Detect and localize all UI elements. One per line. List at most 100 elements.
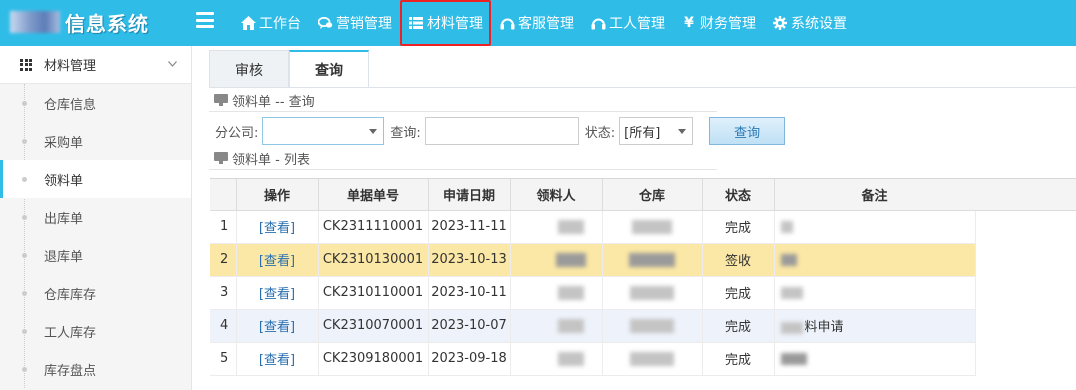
requester-redacted bbox=[510, 210, 603, 244]
company-select[interactable] bbox=[262, 117, 385, 145]
status-select-value: [所有] bbox=[624, 125, 661, 141]
nav-item-customer-service[interactable]: 客服管理 bbox=[491, 0, 582, 46]
caret-down-icon bbox=[369, 129, 378, 134]
table-row[interactable]: 4 [查看] CK2310070001 2023-10-07 完成 料申请 bbox=[210, 309, 976, 343]
sidebar-item-label: 领料单 bbox=[44, 173, 84, 189]
column-header[interactable]: 领料人 bbox=[510, 179, 603, 211]
nav-label: 系统设置 bbox=[791, 16, 847, 32]
nav-label: 客服管理 bbox=[518, 16, 574, 32]
tab-query[interactable]: 查询 bbox=[289, 50, 369, 88]
doc-number: CK2310130001 bbox=[318, 243, 429, 277]
doc-number: CK2310070001 bbox=[318, 309, 429, 343]
sidebar-item-label: 仓库库存 bbox=[44, 287, 97, 303]
nav-item-settings[interactable]: 系统设置 bbox=[764, 0, 855, 46]
warehouse-redacted bbox=[602, 243, 703, 277]
column-header[interactable]: 仓库 bbox=[602, 179, 703, 211]
monitor-icon bbox=[214, 94, 228, 106]
app-title: 信息系统 bbox=[65, 12, 149, 36]
sidebar-item-return[interactable]: 退库单 bbox=[0, 236, 191, 274]
apply-date: 2023-09-18 bbox=[428, 342, 511, 376]
nav-item-finance[interactable]: ¥ 财务管理 bbox=[673, 0, 764, 46]
nav-label: 工人管理 bbox=[609, 16, 665, 32]
nav-item-materials[interactable]: 材料管理 bbox=[400, 0, 491, 46]
sidebar-list: 仓库信息 采购单 领料单 出库单 退库单 仓库库存 工人库存 库存盘点 bbox=[0, 84, 191, 388]
sidebar-item-stocktake[interactable]: 库存盘点 bbox=[0, 350, 191, 388]
column-header: 备注 bbox=[774, 179, 976, 211]
requester-redacted bbox=[510, 309, 603, 343]
sidebar-item-warehouse-info[interactable]: 仓库信息 bbox=[0, 84, 191, 122]
warehouse-redacted bbox=[602, 210, 703, 244]
note-text: 料申请 bbox=[804, 320, 844, 335]
tab-review[interactable]: 审核 bbox=[209, 50, 289, 88]
status-text: 签收 bbox=[702, 243, 775, 277]
apply-date: 2023-10-11 bbox=[428, 276, 511, 310]
company-label: 分公司: bbox=[215, 125, 259, 141]
doc-number: CK2311110001 bbox=[318, 210, 429, 244]
view-link[interactable]: [查看] bbox=[259, 254, 295, 269]
view-link[interactable]: [查看] bbox=[259, 287, 295, 302]
column-header[interactable]: 申请日期 bbox=[428, 179, 511, 211]
status-select[interactable]: [所有] bbox=[619, 117, 694, 145]
sidebar-item-warehouse-stock[interactable]: 仓库库存 bbox=[0, 274, 191, 312]
status-text: 完成 bbox=[702, 210, 775, 244]
column-header[interactable]: 状态 bbox=[702, 179, 775, 211]
query-section-label: 领料单 -- 查询 bbox=[232, 94, 315, 110]
row-index: 5 bbox=[210, 342, 237, 376]
row-index: 2 bbox=[210, 243, 237, 277]
table-row[interactable]: 1 [查看] CK2311110001 2023-11-11 完成 bbox=[210, 210, 976, 244]
doc-number: CK2310110001 bbox=[318, 276, 429, 310]
status-text: 完成 bbox=[702, 342, 775, 376]
nav-item-marketing[interactable]: 营销管理 bbox=[309, 0, 400, 46]
view-link[interactable]: [查看] bbox=[259, 353, 295, 368]
requester-redacted bbox=[510, 243, 603, 277]
requester-redacted bbox=[510, 276, 603, 310]
query-input[interactable] bbox=[424, 117, 579, 145]
sidebar-item-purchase-order[interactable]: 采购单 bbox=[0, 122, 191, 160]
status-label: 状态: bbox=[584, 125, 616, 141]
nav-item-workers[interactable]: 工人管理 bbox=[582, 0, 673, 46]
sidebar-item-worker-stock[interactable]: 工人库存 bbox=[0, 312, 191, 350]
row-index: 4 bbox=[210, 309, 237, 343]
sidebar-item-outbound[interactable]: 出库单 bbox=[0, 198, 191, 236]
menu-toggle-icon[interactable] bbox=[196, 12, 214, 28]
column-header[interactable]: 单据单号 bbox=[318, 179, 429, 211]
table-row[interactable]: 5 [查看] CK2309180001 2023-09-18 完成 bbox=[210, 342, 976, 376]
warehouse-redacted bbox=[602, 342, 703, 376]
column-header: 操作 bbox=[236, 179, 319, 211]
note-redacted bbox=[774, 210, 976, 244]
tab-bar: 审核 查询 bbox=[209, 50, 369, 88]
chat-icon bbox=[317, 15, 333, 31]
main-nav: 工作台 营销管理 材料管理 客服管理 工人管理 ¥ 财务管理 系统设置 bbox=[232, 0, 855, 46]
apply-date: 2023-10-07 bbox=[428, 309, 511, 343]
list-section-title: 领料单 - 列表 bbox=[214, 149, 310, 168]
nav-label: 财务管理 bbox=[700, 16, 756, 32]
sidebar-item-label: 工人库存 bbox=[44, 325, 97, 341]
sidebar: 材料管理 仓库信息 采购单 领料单 出库单 退库单 仓库库存 工人库存 库存盘点 bbox=[0, 46, 192, 390]
chevron-down-icon bbox=[168, 59, 177, 70]
nav-label: 材料管理 bbox=[427, 16, 483, 32]
headset-icon bbox=[499, 15, 515, 31]
sidebar-item-requisition[interactable]: 领料单 bbox=[0, 160, 191, 198]
nav-item-workbench[interactable]: 工作台 bbox=[232, 0, 309, 46]
row-index: 3 bbox=[210, 276, 237, 310]
monitor-icon bbox=[214, 152, 228, 164]
note-redacted bbox=[774, 342, 976, 376]
apply-date: 2023-10-13 bbox=[428, 243, 511, 277]
view-link[interactable]: [查看] bbox=[259, 221, 295, 236]
sidebar-item-label: 采购单 bbox=[44, 135, 84, 151]
view-link[interactable]: [查看] bbox=[259, 320, 295, 335]
query-button[interactable]: 查询 bbox=[709, 117, 786, 145]
sidebar-group-label: 材料管理 bbox=[44, 59, 97, 74]
query-label: 查询: bbox=[390, 125, 421, 141]
filter-bar: 分公司: 查询: 状态: [所有] 查询 bbox=[215, 116, 786, 146]
warehouse-redacted bbox=[602, 276, 703, 310]
table-row[interactable]: 3 [查看] CK2310110001 2023-10-11 完成 bbox=[210, 276, 976, 310]
row-index: 1 bbox=[210, 210, 237, 244]
home-icon bbox=[240, 15, 256, 31]
list-icon bbox=[408, 15, 424, 31]
sidebar-group-materials[interactable]: 材料管理 bbox=[0, 46, 191, 84]
sidebar-item-label: 仓库信息 bbox=[44, 97, 97, 113]
gear-icon bbox=[772, 15, 788, 31]
status-text: 完成 bbox=[702, 309, 775, 343]
table-row[interactable]: 2 [查看] CK2310130001 2023-10-13 签收 bbox=[210, 243, 976, 277]
